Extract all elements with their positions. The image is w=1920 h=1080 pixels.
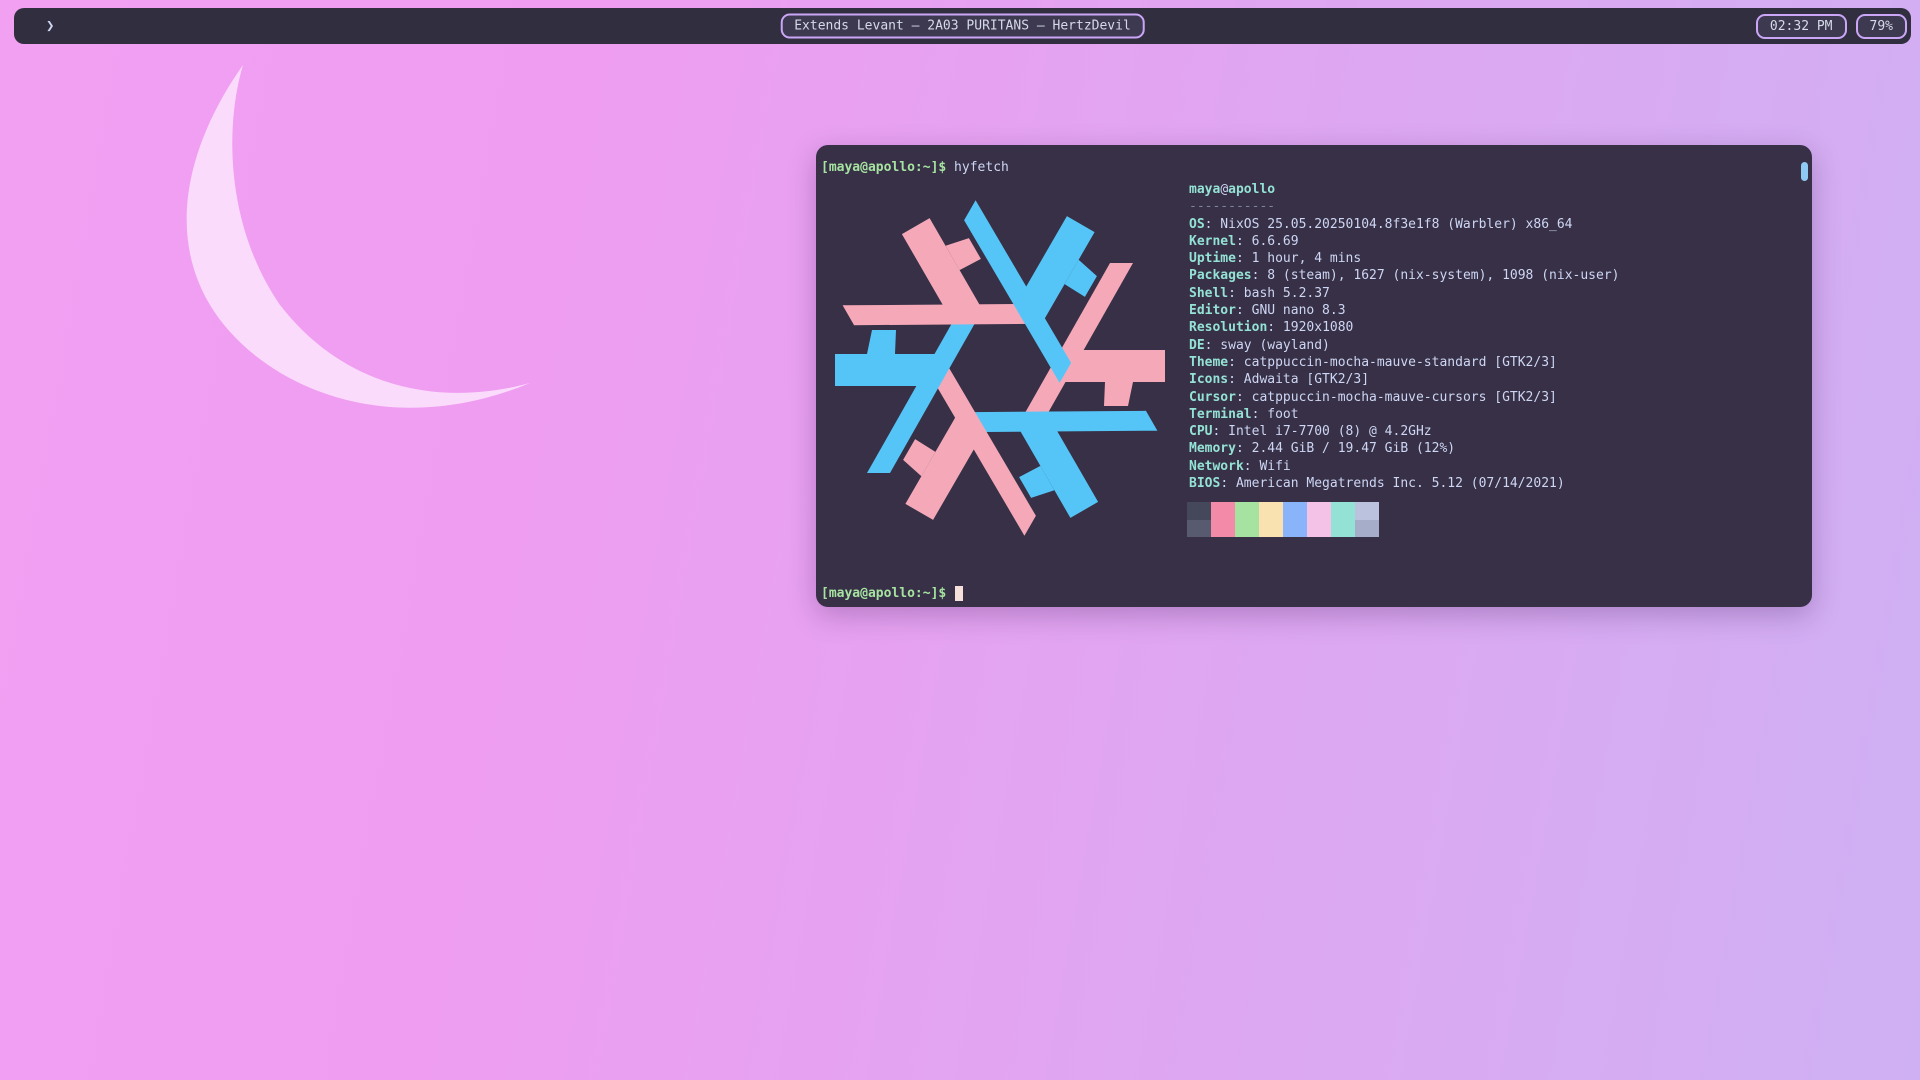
expand-chevron-icon[interactable]: ❯ <box>46 19 54 33</box>
fetch-entry-cursor: Cursor: catppuccin-mocha-mauve-cursors [… <box>1189 389 1619 406</box>
fetch-entry-packages: Packages: 8 (steam), 1627 (nix-system), … <box>1189 267 1619 284</box>
fetch-info-block: maya@apollo ----------- OS: NixOS 25.05.… <box>1189 181 1619 492</box>
fetch-user-host: maya@apollo <box>1189 181 1619 198</box>
fetch-entry-resolution: Resolution: 1920x1080 <box>1189 319 1619 336</box>
terminal-color-palette <box>1187 502 1379 537</box>
palette-cell <box>1235 520 1259 538</box>
fetch-entry-label: Kernel <box>1189 234 1236 249</box>
fetch-at-sign: @ <box>1220 182 1228 197</box>
fetch-entry-value: : GNU nano 8.3 <box>1236 303 1346 318</box>
fetch-entry-label: Theme <box>1189 355 1228 370</box>
fetch-entry-value: : 1 hour, 4 mins <box>1236 251 1361 266</box>
fetch-entry-label: CPU <box>1189 424 1212 439</box>
crescent-moon-graphic <box>150 50 600 470</box>
palette-cell <box>1211 520 1235 538</box>
fetch-entry-label: Packages <box>1189 268 1252 283</box>
fetch-entry-label: Editor <box>1189 303 1236 318</box>
fetch-entry-value: : Wifi <box>1244 459 1291 474</box>
fetch-entry-label: Icons <box>1189 372 1228 387</box>
fetch-entry-value: : sway (wayland) <box>1205 338 1330 353</box>
fetch-entry-editor: Editor: GNU nano 8.3 <box>1189 302 1619 319</box>
fetch-entry-value: : catppuccin-mocha-mauve-standard [GTK2/… <box>1228 355 1557 370</box>
fetch-entry-label: Shell <box>1189 286 1228 301</box>
nixos-logo-arm <box>957 411 1157 432</box>
bar-right-modules: 02:32 PM 79% <box>1756 14 1911 39</box>
palette-cell <box>1307 502 1331 520</box>
palette-cell <box>1187 502 1211 520</box>
nixos-logo-arm <box>867 330 896 354</box>
shell-prompt: [maya@apollo:~]$ <box>821 160 946 175</box>
command-line: [maya@apollo:~]$ hyfetch <box>821 159 1009 176</box>
battery-module[interactable]: 79% <box>1856 14 1907 39</box>
nixos-logo-arm <box>843 304 1043 325</box>
shell-prompt-bottom: [maya@apollo:~]$ <box>821 586 954 601</box>
palette-cell <box>1331 520 1355 538</box>
current-prompt-line: [maya@apollo:~]$ <box>821 585 963 602</box>
fetch-entry-label: Cursor <box>1189 390 1236 405</box>
fetch-entry-label: Network <box>1189 459 1244 474</box>
fetch-entry-terminal: Terminal: foot <box>1189 406 1619 423</box>
fetch-entry-value: : Adwaita [GTK2/3] <box>1228 372 1369 387</box>
fetch-entry-value: : NixOS 25.05.20250104.8f3e1f8 (Warbler)… <box>1205 217 1573 232</box>
fetch-entry-kernel: Kernel: 6.6.69 <box>1189 233 1619 250</box>
fetch-entry-theme: Theme: catppuccin-mocha-mauve-standard [… <box>1189 354 1619 371</box>
fetch-entry-label: OS <box>1189 217 1205 232</box>
palette-cell <box>1307 520 1331 538</box>
fetch-entry-label: Uptime <box>1189 251 1236 266</box>
palette-row <box>1187 520 1379 538</box>
fetch-entry-memory: Memory: 2.44 GiB / 19.47 GiB (12%) <box>1189 440 1619 457</box>
fetch-entry-value: : 1920x1080 <box>1267 320 1353 335</box>
fetch-entry-uptime: Uptime: 1 hour, 4 mins <box>1189 250 1619 267</box>
palette-cell <box>1235 502 1259 520</box>
fetch-entry-label: DE <box>1189 338 1205 353</box>
palette-cell <box>1331 502 1355 520</box>
palette-cell <box>1259 520 1283 538</box>
palette-cell <box>1259 502 1283 520</box>
terminal-content: [maya@apollo:~]$ hyfetch maya@apollo ---… <box>816 145 1812 607</box>
fetch-entry-value: : foot <box>1252 407 1299 422</box>
text-cursor <box>955 586 963 601</box>
fetch-entry-label: Resolution <box>1189 320 1267 335</box>
fetch-entry-value: : Intel i7-7700 (8) @ 4.2GHz <box>1212 424 1431 439</box>
palette-cell <box>1355 502 1379 520</box>
fetch-entry-os: OS: NixOS 25.05.20250104.8f3e1f8 (Warble… <box>1189 216 1619 233</box>
scrollbar-indicator[interactable] <box>1801 162 1808 181</box>
palette-cell <box>1283 520 1307 538</box>
fetch-entry-value: : catppuccin-mocha-mauve-cursors [GTK2/3… <box>1236 390 1557 405</box>
nixos-logo-arm <box>1104 382 1133 406</box>
fetch-entry-cpu: CPU: Intel i7-7700 (8) @ 4.2GHz <box>1189 423 1619 440</box>
palette-cell <box>1211 502 1235 520</box>
fetch-user: maya <box>1189 182 1220 197</box>
fetch-entry-value: : bash 5.2.37 <box>1228 286 1330 301</box>
fetch-entry-label: BIOS <box>1189 476 1220 491</box>
typed-command: hyfetch <box>946 160 1009 175</box>
fetch-entry-bios: BIOS: American Megatrends Inc. 5.12 (07/… <box>1189 475 1619 492</box>
fetch-entry-value: : 2.44 GiB / 19.47 GiB (12%) <box>1236 441 1455 456</box>
media-window-title: Extends Levant – 2A03 PURITANS – HertzDe… <box>780 14 1145 39</box>
clock-module[interactable]: 02:32 PM <box>1756 14 1847 39</box>
fetch-entry-label: Terminal <box>1189 407 1252 422</box>
palette-cell <box>1283 502 1307 520</box>
fetch-entry-value: : 6.6.69 <box>1236 234 1299 249</box>
fetch-entry-icons: Icons: Adwaita [GTK2/3] <box>1189 371 1619 388</box>
fetch-host: apollo <box>1228 182 1275 197</box>
fetch-entry-value: : 8 (steam), 1627 (nix-system), 1098 (ni… <box>1252 268 1620 283</box>
fetch-entry-value: : American Megatrends Inc. 5.12 (07/14/2… <box>1220 476 1564 491</box>
palette-cell <box>1355 520 1379 538</box>
terminal-window[interactable]: [maya@apollo:~]$ hyfetch maya@apollo ---… <box>816 145 1812 607</box>
status-bar: ❯ Extends Levant – 2A03 PURITANS – Hertz… <box>14 8 1911 44</box>
palette-cell <box>1187 520 1211 538</box>
fetch-entry-shell: Shell: bash 5.2.37 <box>1189 285 1619 302</box>
fetch-entry-network: Network: Wifi <box>1189 458 1619 475</box>
palette-row <box>1187 502 1379 520</box>
nixos-logo-arm <box>835 354 951 386</box>
fetch-entry-de: DE: sway (wayland) <box>1189 337 1619 354</box>
fetch-entry-label: Memory <box>1189 441 1236 456</box>
fetch-separator: ----------- <box>1189 198 1619 215</box>
